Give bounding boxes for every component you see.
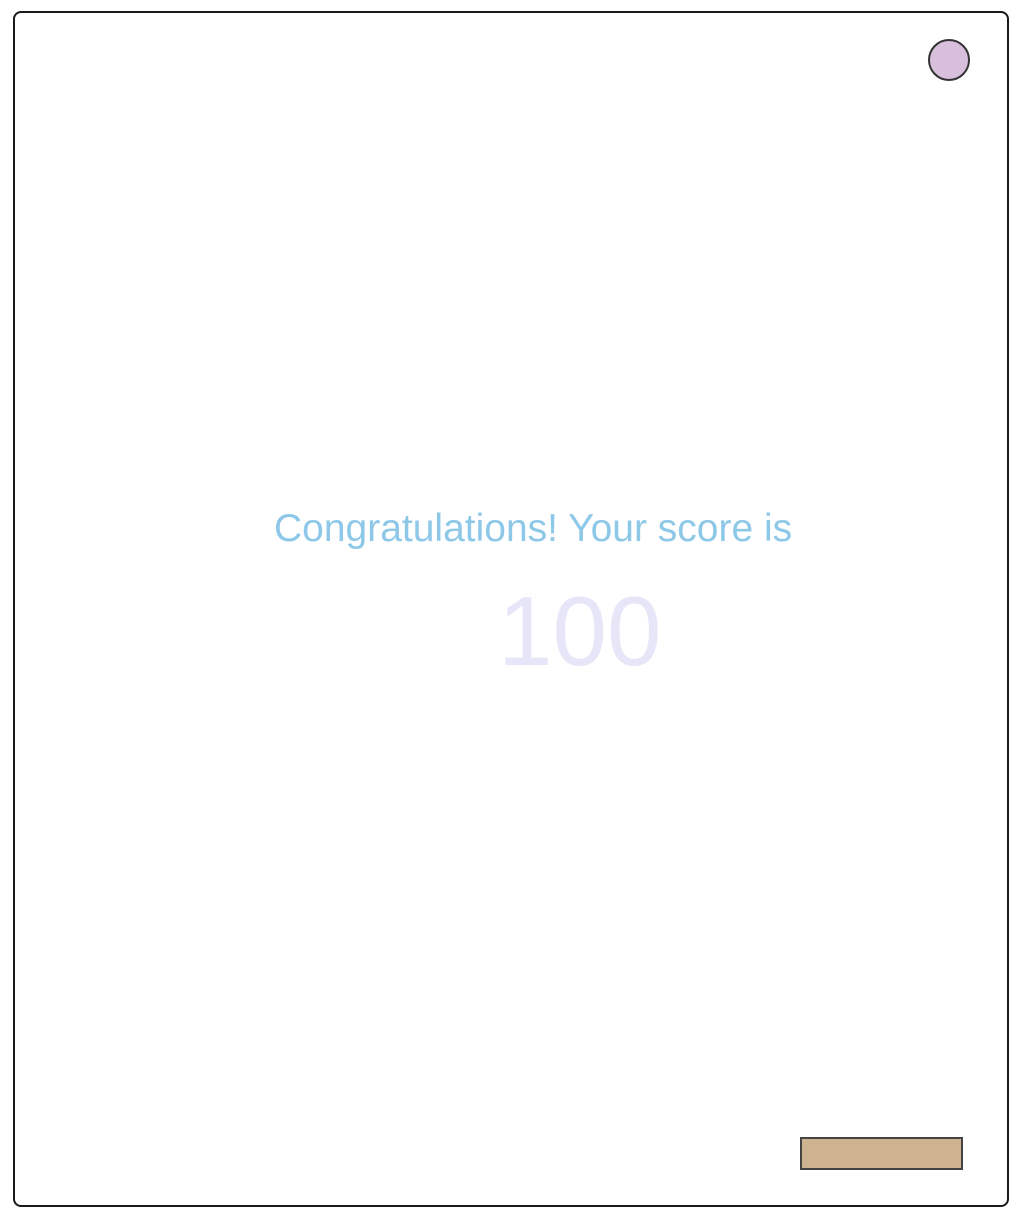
final-score: 100 [498, 576, 662, 686]
ball [928, 39, 970, 81]
paddle[interactable] [800, 1137, 963, 1170]
game-board[interactable]: Congratulations! Your score is 100 [13, 11, 1009, 1207]
congratulations-message: Congratulations! Your score is [274, 507, 793, 550]
